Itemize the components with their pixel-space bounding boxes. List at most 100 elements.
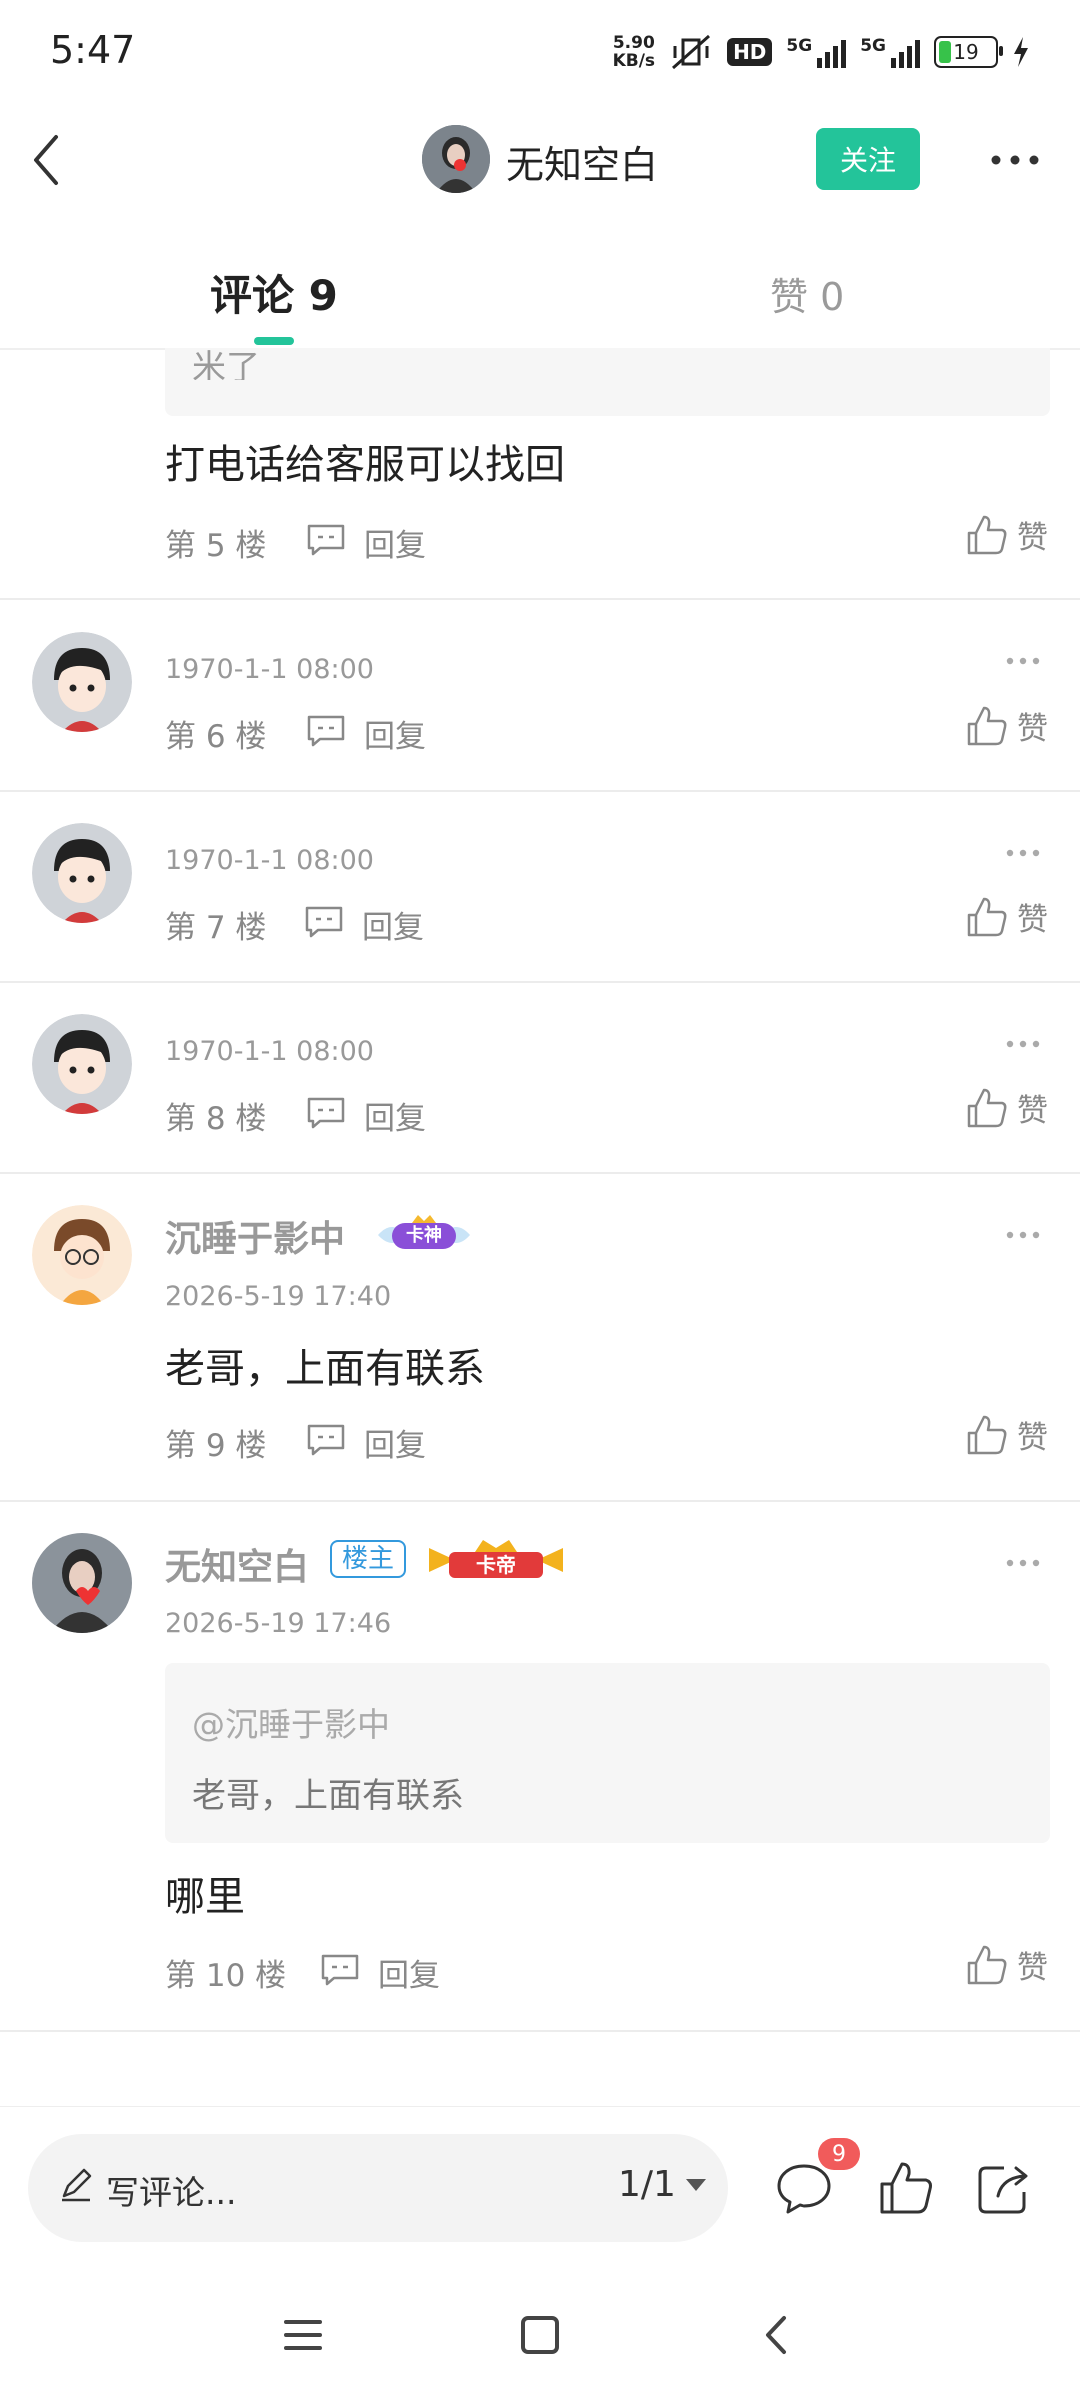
badge-label: 卡帝 xyxy=(476,1553,516,1577)
comment-avatar[interactable] xyxy=(32,823,132,923)
menu-nav-icon[interactable] xyxy=(278,2310,328,2360)
like-button[interactable]: 赞 xyxy=(965,1085,1048,1130)
header-avatar[interactable] xyxy=(422,125,490,193)
reply-button[interactable]: 回复 xyxy=(364,711,426,756)
comment-more-icon[interactable] xyxy=(1006,1558,1040,1568)
signal-icon-2: 5G xyxy=(860,36,920,68)
comment-avatar[interactable] xyxy=(32,1533,132,1633)
like-button[interactable]: 赞 xyxy=(965,1942,1048,1987)
comment-divider xyxy=(0,2030,1080,2032)
speed-unit: KB/s xyxy=(612,51,656,71)
floor-label: 第 10 楼 xyxy=(165,1958,287,1994)
status-icons: 5.90 KB/s HD 5G 5G 19 xyxy=(613,30,1030,74)
badge-label: 卡神 xyxy=(406,1225,442,1246)
thumbs-up-icon xyxy=(967,706,1007,745)
reply-icon[interactable] xyxy=(306,714,346,748)
speed-value: 5.90 xyxy=(612,33,655,53)
home-nav-icon[interactable] xyxy=(515,2310,565,2360)
comment-date: 2026-5-19 17:46 xyxy=(165,1608,392,1639)
tab-active-indicator xyxy=(254,337,294,345)
thumbs-up-icon xyxy=(967,1945,1007,1984)
floor-label: 第 7 楼 xyxy=(165,910,267,946)
quote-text: 老哥，上面有联系 xyxy=(192,1776,464,1816)
comment-date: 1970-1-1 08:00 xyxy=(165,654,374,685)
follow-button[interactable]: 关注 xyxy=(816,128,920,190)
like-label: 赞 xyxy=(1017,520,1048,556)
comment-more-icon[interactable] xyxy=(1006,1039,1040,1049)
owner-badge-label: 楼主 xyxy=(330,1540,407,1578)
thumbs-up-icon xyxy=(967,1415,1007,1454)
like-label: 赞 xyxy=(1017,1950,1048,1986)
like-button[interactable]: 赞 xyxy=(965,894,1048,939)
floor-label: 第 5 楼 xyxy=(165,528,267,564)
reply-button[interactable]: 回复 xyxy=(378,1950,440,1995)
comment-avatar[interactable] xyxy=(32,632,132,732)
floor-label: 第 8 楼 xyxy=(165,1101,267,1137)
network-type-label: 5G xyxy=(786,36,813,56)
comment-date: 1970-1-1 08:00 xyxy=(165,1036,374,1067)
user-badge: 卡神 xyxy=(372,1213,476,1257)
quote-box-partial xyxy=(165,348,1050,416)
floor-label: 第 6 楼 xyxy=(165,719,267,755)
thumbs-up-icon xyxy=(967,1088,1007,1127)
owner-badge: 楼主 xyxy=(330,1538,407,1578)
comment-divider xyxy=(0,981,1080,983)
comment-divider xyxy=(0,598,1080,600)
like-button[interactable]: 赞 xyxy=(965,1412,1048,1457)
reply-icon[interactable] xyxy=(306,1423,346,1457)
reply-button[interactable]: 回复 xyxy=(364,1093,426,1138)
comment-more-icon[interactable] xyxy=(1006,656,1040,666)
comment-divider xyxy=(0,790,1080,792)
comment-divider xyxy=(0,1172,1080,1174)
reply-icon[interactable] xyxy=(320,1953,360,1987)
pencil-icon xyxy=(62,2168,92,2202)
signal-icon: 5G xyxy=(786,36,847,68)
like-button[interactable]: 赞 xyxy=(965,703,1048,748)
more-options-icon[interactable] xyxy=(988,140,1042,180)
header-username[interactable]: 无知空白 xyxy=(506,134,658,189)
reply-icon[interactable] xyxy=(304,905,344,939)
comment-text: 哪里 xyxy=(165,1874,245,1920)
thumbs-up-icon[interactable] xyxy=(876,2158,936,2218)
tab-comments[interactable]: 评论 9 xyxy=(210,262,338,323)
comment-avatar[interactable] xyxy=(32,1205,132,1305)
comment-text: 打电话给客服可以找回 xyxy=(165,442,565,488)
like-label: 赞 xyxy=(1017,1420,1048,1456)
caret-down-icon[interactable] xyxy=(684,2177,708,2193)
floor-label: 第 9 楼 xyxy=(165,1428,267,1464)
page-indicator[interactable]: 1/1 xyxy=(618,2164,676,2205)
share-icon[interactable] xyxy=(974,2158,1034,2218)
like-label: 赞 xyxy=(1017,711,1048,747)
reply-button[interactable]: 回复 xyxy=(364,520,426,565)
back-nav-icon[interactable] xyxy=(752,2310,802,2360)
battery-level: 19 xyxy=(953,40,979,64)
comment-username[interactable]: 无知空白 xyxy=(165,1538,309,1590)
reply-icon[interactable] xyxy=(306,1096,346,1130)
network-speed: 5.90 KB/s xyxy=(613,34,655,70)
reply-button[interactable]: 回复 xyxy=(362,902,424,947)
write-comment-placeholder[interactable]: 写评论... xyxy=(106,2166,236,2214)
charging-icon xyxy=(1014,37,1028,67)
bottom-bar-border xyxy=(0,2106,1080,2107)
comment-count-badge: 9 xyxy=(818,2138,860,2170)
quote-text-partial: 米了 xyxy=(192,348,260,380)
quote-mention: @沉睡于影中 xyxy=(192,1705,390,1744)
battery-icon: 19 xyxy=(934,36,1003,68)
comment-more-icon[interactable] xyxy=(1006,1230,1040,1240)
status-time: 5:47 xyxy=(50,28,136,72)
reply-icon[interactable] xyxy=(306,523,346,557)
back-arrow-icon[interactable] xyxy=(18,125,78,195)
reply-button[interactable]: 回复 xyxy=(364,1420,426,1465)
comment-username[interactable]: 沉睡于影中 xyxy=(165,1210,345,1262)
comment-date: 2026-5-19 17:40 xyxy=(165,1281,392,1312)
comment-more-icon[interactable] xyxy=(1006,848,1040,858)
comment-divider xyxy=(0,1500,1080,1502)
tab-likes[interactable]: 赞 0 xyxy=(770,266,844,321)
thumbs-up-icon xyxy=(967,515,1007,554)
hd-icon: HD xyxy=(727,38,773,66)
like-button[interactable]: 赞 xyxy=(965,512,1048,557)
like-label: 赞 xyxy=(1017,902,1048,938)
user-badge: 卡帝 xyxy=(425,1538,567,1582)
comment-avatar[interactable] xyxy=(32,1014,132,1114)
mute-vibrate-icon xyxy=(672,34,711,70)
